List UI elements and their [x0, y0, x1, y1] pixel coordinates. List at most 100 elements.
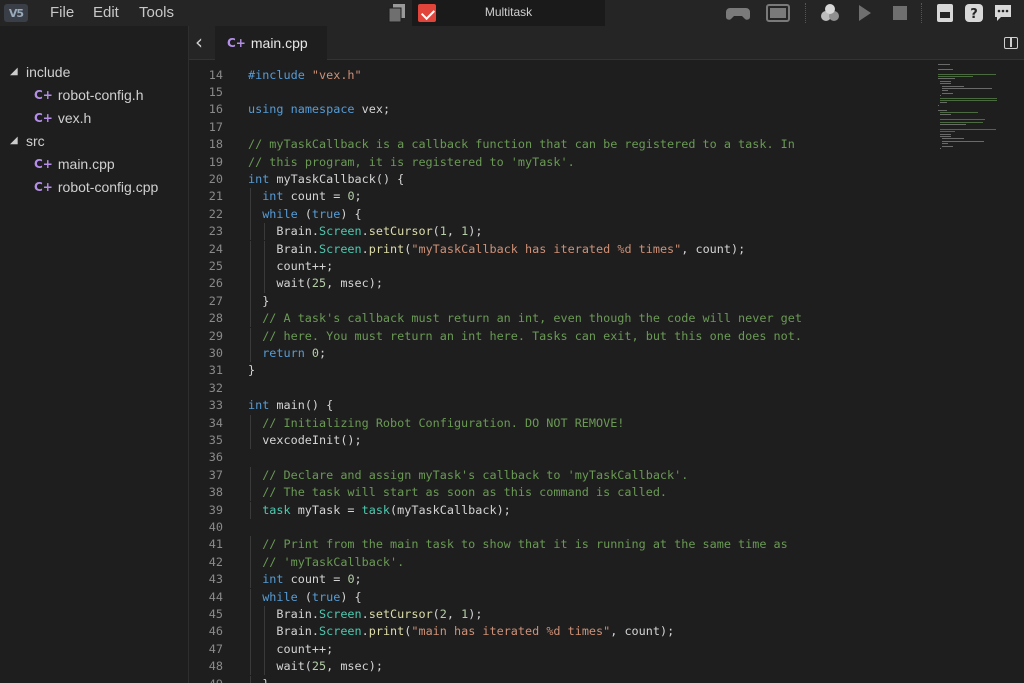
line-number: 49	[189, 676, 223, 683]
code-line[interactable]: 27}	[189, 293, 934, 310]
code-text: wait(25, msec);	[276, 658, 383, 675]
stop-icon[interactable]	[892, 4, 908, 22]
device-icon[interactable]	[766, 3, 790, 23]
help-icon[interactable]: ?	[964, 3, 984, 23]
project-icon[interactable]	[388, 3, 406, 23]
code-line[interactable]: 14 #include "vex.h"	[189, 67, 934, 84]
code-line[interactable]: 22 while (true) {	[189, 206, 934, 223]
folder-include[interactable]: ◢ include	[0, 61, 70, 83]
code-line[interactable]: 48 wait(25, msec);	[189, 658, 934, 675]
menu-edit[interactable]: Edit	[93, 4, 119, 21]
indent-guide	[250, 623, 251, 641]
code-text: // here. You must return an int here. Ta…	[262, 328, 802, 345]
code-line[interactable]: 46 Brain.Screen.print("main has iterated …	[189, 623, 934, 640]
minimap-line	[942, 143, 948, 145]
code-line[interactable]: 16 using namespace vex;	[189, 101, 934, 118]
code-line[interactable]: 40	[189, 519, 934, 536]
code-line[interactable]: 21 int count = 0;	[189, 188, 934, 205]
code-line[interactable]: 24 Brain.Screen.print("myTaskCallback has…	[189, 241, 934, 258]
code-line[interactable]: 35 vexcodeInit();	[189, 432, 934, 449]
code-text: Brain.Screen.setCursor(2, 1);	[276, 606, 482, 623]
feedback-icon[interactable]	[993, 3, 1013, 23]
line-number: 22	[208, 206, 223, 221]
code-line[interactable]: 25 count++;	[189, 258, 934, 275]
indent-guide	[250, 310, 251, 328]
code-line[interactable]: 38 // The task will start as soon as this…	[189, 484, 934, 501]
minimap-line	[940, 97, 997, 99]
menu-tools[interactable]: Tools	[139, 4, 174, 21]
code-line[interactable]: 41 // Print from the main task to show th…	[189, 536, 934, 553]
code-token: // 'myTaskCallback'.	[262, 554, 405, 569]
code-line[interactable]: 34 // Initializing Robot Configuration. D…	[189, 415, 934, 432]
code-token: .	[361, 241, 369, 256]
minimap-line	[942, 140, 984, 142]
code-token: Brain.	[276, 224, 320, 239]
code-line[interactable]: 18 // myTaskCallback is a callback functi…	[189, 136, 934, 153]
code-token: 2	[439, 606, 447, 621]
code-line[interactable]: 29 // here. You must return an int here. …	[189, 328, 934, 345]
code-token: wait(	[276, 659, 312, 674]
tab-main-cpp[interactable]: C+ main.cpp	[215, 26, 327, 60]
minimap-line	[940, 148, 941, 149]
code-line[interactable]: 44 while (true) {	[189, 589, 934, 606]
indent-guide	[250, 205, 251, 224]
code-editor[interactable]: 14 #include "vex.h" 15 16 using namespace ve…	[189, 60, 934, 683]
line-number: 14	[208, 67, 223, 82]
code-line[interactable]: 45 Brain.Screen.setCursor(2, 1);	[189, 606, 934, 623]
code-line[interactable]: 23 Brain.Screen.setCursor(1, 1);	[189, 223, 934, 240]
code-line[interactable]: 33 int main() {	[189, 397, 934, 414]
code-line[interactable]: 15	[189, 84, 934, 101]
line-number: 30	[208, 345, 223, 360]
editor-scrollbar[interactable]	[1010, 60, 1024, 683]
code-token: count =	[290, 189, 348, 204]
code-text: }	[248, 362, 255, 379]
brain-icon[interactable]	[935, 3, 955, 23]
controller-icon[interactable]	[725, 3, 751, 23]
minimap-line	[940, 128, 996, 130]
code-line[interactable]: 42 // 'myTaskCallback'.	[189, 554, 934, 571]
code-token: // Declare and assign myTask's callback …	[262, 467, 689, 482]
code-line[interactable]: 26 wait(25, msec);	[189, 275, 934, 292]
code-text: // Declare and assign myTask's callback …	[262, 467, 688, 484]
minimap-line	[940, 131, 955, 133]
minimap-line	[938, 104, 939, 106]
blocks-icon[interactable]	[819, 3, 841, 23]
split-editor-icon[interactable]	[1004, 37, 1018, 49]
svg-text:?: ?	[970, 7, 978, 22]
code-line[interactable]: 19 // this program, it is registered to '…	[189, 154, 934, 171]
play-icon[interactable]	[857, 3, 873, 23]
code-token: while	[262, 206, 305, 221]
code-token: }	[248, 363, 256, 378]
code-line[interactable]: 17	[189, 119, 934, 136]
code-token: 1	[439, 224, 447, 239]
code-line[interactable]: 39 task myTask = task(myTaskCallback);	[189, 502, 934, 519]
code-text: // The task will start as soon as this c…	[262, 484, 667, 501]
code-token: Screen	[319, 241, 362, 256]
file-robot-config-h[interactable]: C+ robot-config.h	[0, 84, 143, 106]
code-token: Screen	[319, 624, 362, 639]
code-line[interactable]: 30 return 0;	[189, 345, 934, 362]
code-line[interactable]: 31}	[189, 362, 934, 379]
cpp-file-icon: C+	[34, 180, 53, 194]
code-line[interactable]: 20 int myTaskCallback() {	[189, 171, 934, 188]
code-text: // this program, it is registered to 'my…	[248, 154, 575, 171]
code-token: int	[262, 572, 291, 587]
code-line[interactable]: 47 count++;	[189, 641, 934, 658]
code-line[interactable]: 32	[189, 380, 934, 397]
file-vex-h[interactable]: C+ vex.h	[0, 107, 91, 129]
code-line[interactable]: 43 int count = 0;	[189, 571, 934, 588]
project-title-tab[interactable]: Multitask	[412, 0, 605, 26]
minimap[interactable]	[936, 60, 1006, 160]
line-number: 47	[208, 641, 223, 656]
menu-file[interactable]: File	[50, 4, 74, 21]
file-robot-config-cpp[interactable]: C+ robot-config.cpp	[0, 176, 158, 198]
code-line[interactable]: 49}	[189, 676, 934, 683]
code-line[interactable]: 36	[189, 449, 934, 466]
file-label: robot-config.h	[57, 87, 144, 103]
code-line[interactable]: 28 // A task's callback must return an in…	[189, 310, 934, 327]
file-main-cpp[interactable]: C+ main.cpp	[0, 153, 115, 175]
code-line[interactable]: 37 // Declare and assign myTask's callbac…	[189, 467, 934, 484]
code-token: Brain.	[276, 241, 320, 256]
folder-src[interactable]: ◢ src	[0, 130, 45, 152]
chevron-left-icon[interactable]: ‹	[195, 32, 211, 52]
